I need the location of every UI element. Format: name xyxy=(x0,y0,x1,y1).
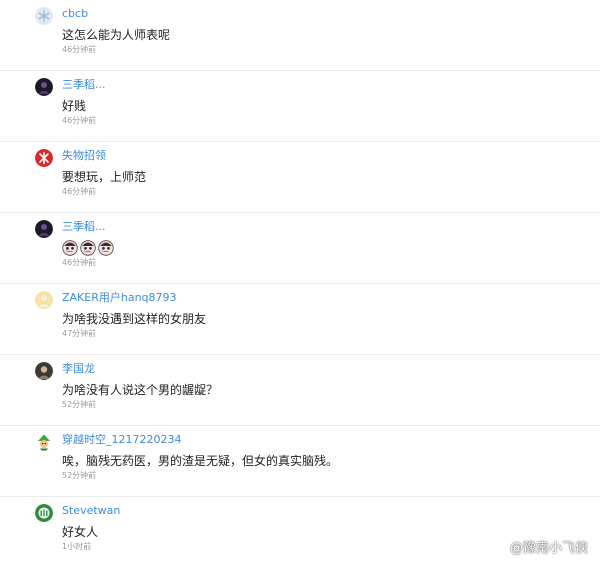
comment-time: 46分钟前 xyxy=(62,258,97,267)
comment-time: 1小时前 xyxy=(62,542,92,551)
comment-list: cbcb 这怎么能为人师表呢 46分钟前 三季稻... 好贱 46分钟前 失物招… xyxy=(0,0,600,568)
comment-username[interactable]: 穿越时空_1217220234 xyxy=(62,433,182,447)
comment-text: 好贱 xyxy=(62,99,87,113)
red-emblem-avatar-icon[interactable] xyxy=(35,149,53,167)
snowflake-avatar-icon[interactable] xyxy=(35,7,53,25)
comment-item: 三季稻... 好贱 46分钟前 xyxy=(0,71,600,142)
comment-text: 为啥没有人说这个男的龌龊？ xyxy=(62,383,219,397)
comment-username[interactable]: 三季稻... xyxy=(62,78,106,92)
camera-logo-icon xyxy=(493,539,507,554)
comment-time: 52分钟前 xyxy=(62,400,97,409)
comment-text: 要想玩，上师范 xyxy=(62,170,147,184)
comment-item: 穿越时空_1217220234 唉，脑残无药医，男的渣是无疑，但女的真实脑残。 … xyxy=(0,426,600,497)
comment-item: Stevetwan 好女人 1小时前 xyxy=(0,497,600,568)
comment-time: 52分钟前 xyxy=(62,471,97,480)
comment-text: 为啥我没遇到这样的女朋友 xyxy=(62,312,207,326)
comment-username[interactable]: cbcb xyxy=(62,7,88,21)
comment-username[interactable]: 失物招领 xyxy=(62,149,106,163)
crying-face-emoji-icon xyxy=(62,240,78,256)
comment-username[interactable]: 三季稻... xyxy=(62,220,106,234)
cartoon-avatar-icon[interactable] xyxy=(35,433,53,451)
comment-item: 李国龙 为啥没有人说这个男的龌龊？ 52分钟前 xyxy=(0,355,600,426)
default-user-avatar-icon[interactable] xyxy=(35,291,53,309)
comment-time: 46分钟前 xyxy=(62,116,97,125)
comment-text: 这怎么能为人师表呢 xyxy=(62,28,171,42)
comment-username[interactable]: 李国龙 xyxy=(62,362,95,376)
comment-time: 47分钟前 xyxy=(62,329,97,338)
comment-item: cbcb 这怎么能为人师表呢 46分钟前 xyxy=(0,0,600,71)
dark-portrait-avatar-icon[interactable] xyxy=(35,78,53,96)
comment-text: 好女人 xyxy=(62,525,99,539)
watermark: @豫南小飞侠 xyxy=(493,537,588,556)
comment-text: 唉，脑残无药医，男的渣是无疑，但女的真实脑残。 xyxy=(62,454,339,468)
comment-username[interactable]: Stevetwan xyxy=(62,504,120,518)
watermark-text: @豫南小飞侠 xyxy=(509,541,588,556)
green-avatar-icon[interactable] xyxy=(35,504,53,522)
photo-avatar-icon[interactable] xyxy=(35,362,53,380)
comment-item: 失物招领 要想玩，上师范 46分钟前 xyxy=(0,142,600,213)
crying-face-emoji-icon xyxy=(80,240,96,256)
comment-time: 46分钟前 xyxy=(62,187,97,196)
dark-portrait-avatar-icon[interactable] xyxy=(35,220,53,238)
comment-emoji-row xyxy=(62,240,114,256)
comment-time: 46分钟前 xyxy=(62,45,97,54)
comment-item: 三季稻... 46分钟前 xyxy=(0,213,600,284)
comment-username[interactable]: ZAKER用户hanq8793 xyxy=(62,291,177,305)
comment-item: ZAKER用户hanq8793 为啥我没遇到这样的女朋友 47分钟前 xyxy=(0,284,600,355)
crying-face-emoji-icon xyxy=(98,240,114,256)
